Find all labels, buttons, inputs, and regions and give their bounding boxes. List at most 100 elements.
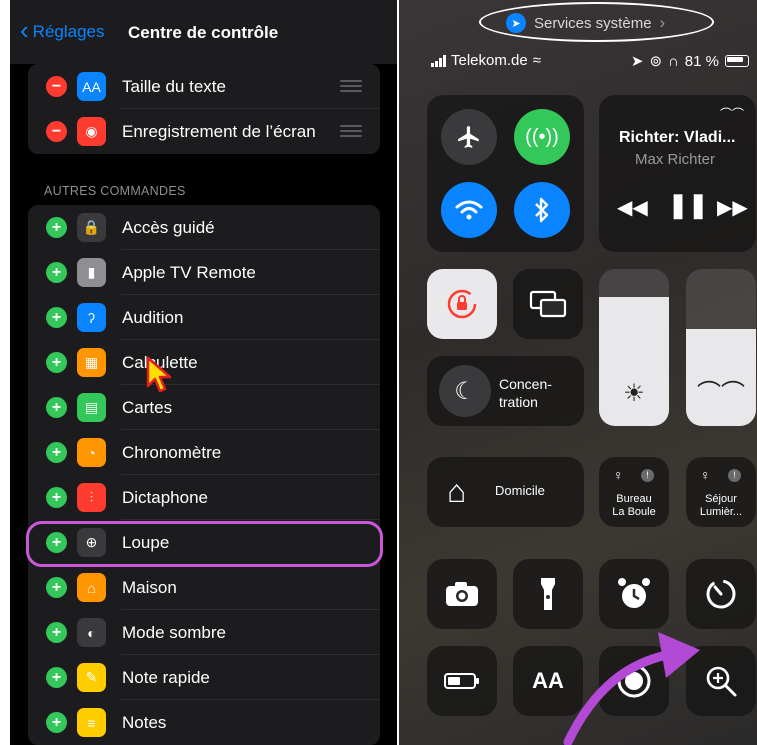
location-status-icon: ➤: [630, 53, 644, 70]
section-header: AUTRES COMMANDES: [44, 184, 186, 198]
cellular-data-button[interactable]: ((•)): [514, 109, 570, 165]
list-item[interactable]: − AA Taille du texte: [28, 64, 380, 109]
location-arrow-icon: ➤: [506, 13, 526, 33]
volume-slider[interactable]: ⌒⌒: [686, 269, 756, 426]
calculator-icon: ▦: [77, 348, 106, 377]
more-controls-list: + 🔒 Accès guidé + ▮ Apple TV Remote + ʔ Audition…: [28, 205, 380, 745]
rewind-icon[interactable]: ◀◀: [617, 195, 648, 220]
screen-recording-icon: ◉: [77, 117, 106, 146]
lightbulb-icon: ♀: [613, 467, 624, 483]
accessory-sejour-lumiere[interactable]: ♀ ! Séjour Lumièr...: [686, 457, 756, 527]
guided-access-icon: 🔒: [77, 213, 106, 242]
accessory-name: Bureau: [616, 493, 652, 505]
chevron-left-icon: ‹: [20, 15, 29, 45]
back-button[interactable]: ‹ Réglages: [20, 15, 105, 45]
mouse-cursor-icon: [146, 356, 172, 393]
bluetooth-button[interactable]: [514, 182, 570, 238]
list-item[interactable]: + ✎ Note rapide: [28, 655, 380, 700]
voice-memos-icon: ⫶: [77, 483, 106, 512]
text-size-icon: AA: [77, 72, 106, 101]
settings-panel: ‹ Réglages Centre de contrôle − AA Taille …: [10, 0, 397, 745]
back-label: Réglages: [32, 22, 105, 41]
list-item[interactable]: + ʔ Audition: [28, 295, 380, 340]
flashlight-button[interactable]: [513, 559, 583, 629]
wifi-button[interactable]: [441, 182, 497, 238]
now-playing-module[interactable]: ⌒⌒ Richter: Vladi... Max Richter ◀◀ ❚❚ ▶…: [599, 95, 756, 252]
brightness-slider[interactable]: ☀: [599, 269, 669, 426]
remove-icon[interactable]: −: [46, 76, 67, 97]
add-icon[interactable]: +: [46, 442, 67, 463]
flashlight-icon: [541, 578, 555, 610]
orientation-lock-button[interactable]: [427, 269, 497, 339]
add-icon[interactable]: +: [46, 622, 67, 643]
add-icon[interactable]: +: [46, 667, 67, 688]
alarm-button[interactable]: [599, 559, 669, 629]
headphones-icon: ∩: [668, 52, 679, 70]
add-icon[interactable]: +: [46, 217, 67, 238]
reorder-handle-icon[interactable]: [340, 125, 362, 137]
antenna-icon: ((•)): [525, 125, 559, 148]
home-button[interactable]: ⌂ Domicile: [427, 457, 584, 527]
airplane-mode-button[interactable]: [441, 109, 497, 165]
add-icon[interactable]: +: [46, 262, 67, 283]
list-item[interactable]: + ▤ Cartes: [28, 385, 380, 430]
dark-mode-icon: ◐: [77, 618, 106, 647]
list-item-label: Note rapide: [122, 667, 210, 687]
services-label: Services système: [534, 14, 652, 32]
screen-mirroring-icon: [529, 290, 567, 318]
battery-icon: [725, 55, 749, 67]
list-item[interactable]: + ⌂ Maison: [28, 565, 380, 610]
orientation-lock-status-icon: ⊚: [649, 53, 663, 70]
annotation-arrow: [563, 632, 700, 745]
list-item-label: Notes: [122, 712, 167, 732]
fast-forward-icon[interactable]: ▶▶: [717, 195, 748, 220]
list-item[interactable]: − ◉ Enregistrement de l’écran: [28, 109, 380, 154]
info-icon: !: [641, 469, 654, 482]
list-item[interactable]: + ▦ Calculette: [28, 340, 380, 385]
focus-button[interactable]: ☾ Concen- tration: [427, 356, 584, 426]
camera-button[interactable]: [427, 559, 497, 629]
notes-icon: ≡: [77, 708, 106, 737]
services-indicator[interactable]: ➤ Services système ›: [506, 13, 665, 33]
quick-note-icon: ✎: [77, 663, 106, 692]
rotation-lock-icon: [447, 289, 477, 319]
home-label: Domicile: [495, 483, 545, 498]
low-power-mode-button[interactable]: [427, 646, 497, 716]
airpods-icon: ⌒⌒: [719, 107, 744, 121]
accessory-room: Lumièr...: [699, 506, 743, 518]
screen-mirroring-button[interactable]: [513, 269, 583, 339]
list-item[interactable]: + ≡ Notes: [28, 700, 380, 745]
accessory-bureau-la-boule[interactable]: ♀ ! Bureau La Boule: [599, 457, 669, 527]
reorder-handle-icon[interactable]: [340, 80, 362, 92]
included-controls-list: − AA Taille du texte − ◉ Enregistrement de l’…: [28, 64, 380, 154]
stopwatch-icon: ◔: [77, 438, 106, 467]
add-icon[interactable]: +: [46, 397, 67, 418]
list-item[interactable]: + ▮ Apple TV Remote: [28, 250, 380, 295]
battery-percent: 81 %: [684, 52, 719, 70]
accessory-label: Séjour Lumièr...: [686, 493, 756, 519]
add-icon[interactable]: +: [46, 487, 67, 508]
list-item-label: Audition: [122, 307, 184, 327]
list-item-label: Mode sombre: [122, 622, 226, 642]
timer-button[interactable]: [686, 559, 756, 629]
page-title: Centre de contrôle: [128, 23, 279, 42]
list-item[interactable]: + ◐ Mode sombre: [28, 610, 380, 655]
pause-icon[interactable]: ❚❚: [668, 191, 708, 220]
focus-label-line1: Concen-: [499, 376, 552, 392]
add-icon[interactable]: +: [46, 352, 67, 373]
lightbulb-icon: ♀: [700, 467, 711, 483]
sun-icon: ☀: [623, 380, 645, 407]
list-item[interactable]: + 🔒 Accès guidé: [28, 205, 380, 250]
home-icon: ⌂: [77, 573, 106, 602]
accessory-name: Séjour: [705, 493, 737, 505]
add-icon[interactable]: +: [46, 577, 67, 598]
add-icon[interactable]: +: [46, 307, 67, 328]
list-item[interactable]: + ◔ Chronomètre: [28, 430, 380, 475]
remove-icon[interactable]: −: [46, 121, 67, 142]
music-artist: Max Richter: [635, 151, 716, 168]
list-item[interactable]: + ⫶ Dictaphone: [28, 475, 380, 520]
focus-label: Concen- tration: [499, 375, 552, 411]
music-title: Richter: Vladi...: [619, 129, 736, 146]
add-icon[interactable]: +: [46, 712, 67, 733]
hearing-icon: ʔ: [77, 303, 106, 332]
